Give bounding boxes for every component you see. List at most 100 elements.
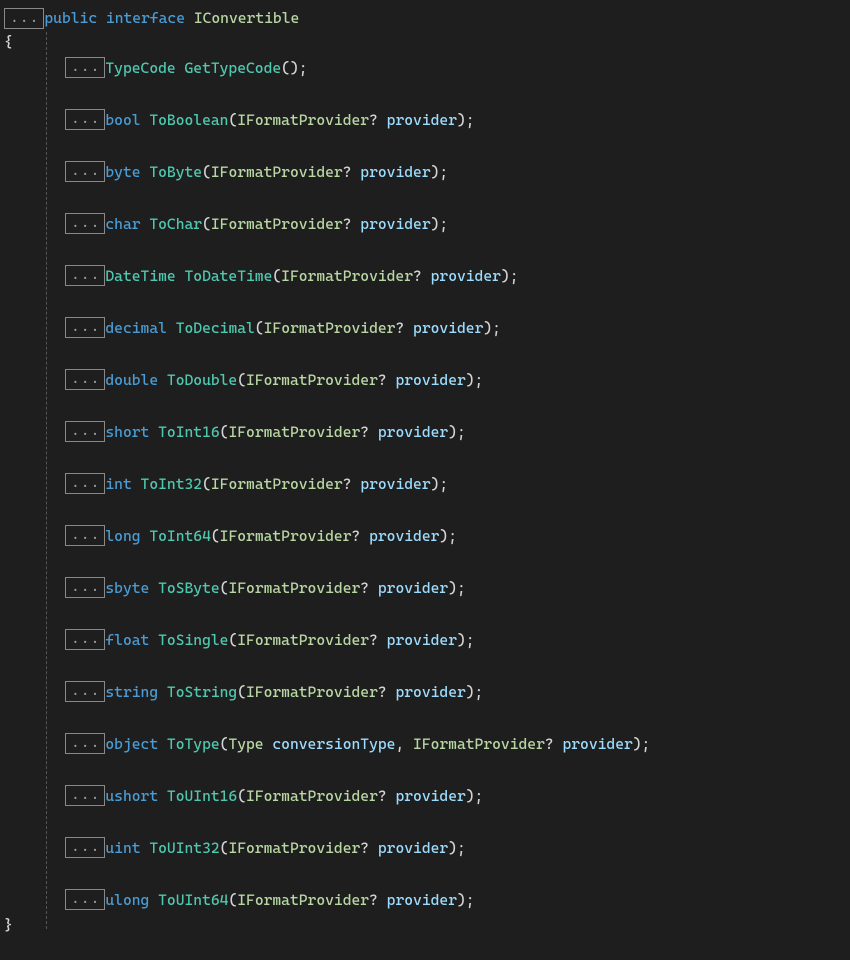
paren-close-semicolon: ); <box>457 111 475 129</box>
paren-close-semicolon: ); <box>466 683 484 701</box>
blank-line <box>4 237 846 262</box>
blank-line <box>4 133 846 158</box>
fold-ellipsis-button[interactable]: ... <box>65 525 105 546</box>
paren-open: ( <box>228 631 237 649</box>
members-block: ...TypeCode GetTypeCode();...bool ToBool… <box>4 54 846 913</box>
interface-declaration-line: ...public interface IConvertible <box>4 6 846 30</box>
paren-close-semicolon: ); <box>448 423 466 441</box>
fold-ellipsis-button[interactable]: ... <box>65 837 105 858</box>
param-type: IFormatProvider <box>211 215 343 233</box>
fold-ellipsis-button[interactable]: ... <box>65 785 105 806</box>
paren-close-semicolon: ); <box>448 579 466 597</box>
return-type: bool <box>105 111 140 129</box>
fold-ellipsis-button[interactable]: ... <box>65 369 105 390</box>
param-name: provider <box>378 579 448 597</box>
member-line: ...decimal ToDecimal(IFormatProvider? pr… <box>4 314 846 341</box>
param-type: IFormatProvider <box>211 475 343 493</box>
member-line: ...ushort ToUInt16(IFormatProvider? prov… <box>4 782 846 809</box>
blank-line <box>4 809 846 834</box>
method-name: ToDouble <box>167 371 237 389</box>
code-editor[interactable]: ...public interface IConvertible { ...Ty… <box>4 6 846 937</box>
fold-ellipsis-button[interactable]: ... <box>65 109 105 130</box>
return-type: string <box>105 683 158 701</box>
blank-line <box>4 81 846 106</box>
param-type: IFormatProvider <box>220 527 352 545</box>
member-line: ...object ToType(Type conversionType, IF… <box>4 730 846 757</box>
nullable-marker: ? <box>352 527 361 545</box>
blank-line <box>4 653 846 678</box>
param-name: provider <box>562 735 632 753</box>
fold-ellipsis-button[interactable]: ... <box>65 577 105 598</box>
fold-ellipsis-button[interactable]: ... <box>4 8 44 29</box>
paren-open: ( <box>237 787 246 805</box>
method-name: ToUInt64 <box>158 891 228 909</box>
member-line: ...DateTime ToDateTime(IFormatProvider? … <box>4 262 846 289</box>
return-type: long <box>105 527 140 545</box>
param-name: provider <box>378 423 448 441</box>
param-name: provider <box>387 631 457 649</box>
fold-ellipsis-button[interactable]: ... <box>65 421 105 442</box>
return-type: object <box>105 735 158 753</box>
paren-close-semicolon: ); <box>439 527 457 545</box>
param-name: provider <box>378 839 448 857</box>
param-name: provider <box>360 163 430 181</box>
param-type: IFormatProvider <box>237 891 369 909</box>
member-line: ...byte ToByte(IFormatProvider? provider… <box>4 158 846 185</box>
fold-ellipsis-button[interactable]: ... <box>65 629 105 650</box>
nullable-marker: ? <box>360 579 369 597</box>
fold-ellipsis-button[interactable]: ... <box>65 473 105 494</box>
fold-ellipsis-button[interactable]: ... <box>65 317 105 338</box>
paren-close-semicolon: ); <box>431 215 449 233</box>
paren-close-semicolon: ); <box>483 319 501 337</box>
return-type: DateTime <box>105 267 175 285</box>
blank-line <box>4 185 846 210</box>
method-name: ToString <box>167 683 237 701</box>
member-line: ...sbyte ToSByte(IFormatProvider? provid… <box>4 574 846 601</box>
paren-close-semicolon: ); <box>290 59 308 77</box>
fold-ellipsis-button[interactable]: ... <box>65 889 105 910</box>
method-name: ToDecimal <box>176 319 255 337</box>
param-type: IFormatProvider <box>228 579 360 597</box>
method-name: ToBoolean <box>149 111 228 129</box>
return-type: TypeCode <box>105 59 175 77</box>
paren-open: ( <box>220 423 229 441</box>
return-type: uint <box>105 839 140 857</box>
member-line: ...long ToInt64(IFormatProvider? provide… <box>4 522 846 549</box>
return-type: decimal <box>105 319 167 337</box>
paren-open: ( <box>228 891 237 909</box>
method-name: ToType <box>167 735 220 753</box>
fold-ellipsis-button[interactable]: ... <box>65 57 105 78</box>
paren-open: ( <box>237 683 246 701</box>
paren-open: ( <box>211 527 220 545</box>
return-type: ulong <box>105 891 149 909</box>
paren-close-semicolon: ); <box>466 787 484 805</box>
blank-line <box>4 497 846 522</box>
fold-ellipsis-button[interactable]: ... <box>65 265 105 286</box>
param-name: provider <box>395 683 465 701</box>
paren-open: ( <box>202 215 211 233</box>
param-type: IFormatProvider <box>264 319 396 337</box>
nullable-marker: ? <box>343 475 352 493</box>
nullable-marker: ? <box>343 163 352 181</box>
member-line: ...short ToInt16(IFormatProvider? provid… <box>4 418 846 445</box>
return-type: char <box>105 215 140 233</box>
nullable-marker: ? <box>369 891 378 909</box>
fold-ellipsis-button[interactable]: ... <box>65 213 105 234</box>
paren-close-semicolon: ); <box>501 267 519 285</box>
paren-open: ( <box>255 319 264 337</box>
param-type: IFormatProvider <box>237 111 369 129</box>
blank-line <box>4 393 846 418</box>
param-name: provider <box>395 371 465 389</box>
comma: , <box>395 735 413 753</box>
param-name: provider <box>431 267 501 285</box>
fold-ellipsis-button[interactable]: ... <box>65 733 105 754</box>
param-type: IFormatProvider <box>228 839 360 857</box>
param-name: provider <box>387 111 457 129</box>
fold-ellipsis-button[interactable]: ... <box>65 161 105 182</box>
fold-ellipsis-button[interactable]: ... <box>65 681 105 702</box>
method-name: ToSingle <box>158 631 228 649</box>
method-name: ToDateTime <box>184 267 272 285</box>
nullable-marker: ? <box>545 735 554 753</box>
method-name: ToChar <box>149 215 202 233</box>
param-name: provider <box>360 215 430 233</box>
